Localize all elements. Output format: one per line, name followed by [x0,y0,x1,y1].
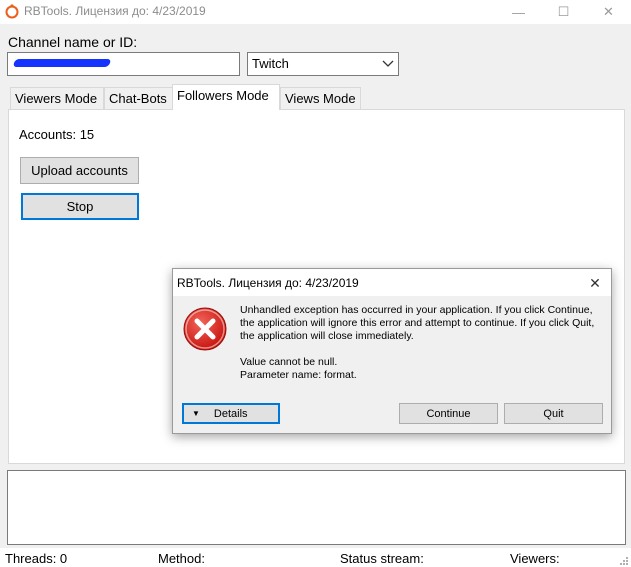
channel-input[interactable] [7,52,240,76]
error-detail-line: Value cannot be null. [240,356,338,368]
tab-chat-bots[interactable]: Chat-Bots [104,87,173,109]
dialog-title: RBTools. Лицензия до: 4/23/2019 [177,276,359,290]
minimize-icon: — [512,4,525,20]
maximize-icon: ☐ [557,4,570,19]
minimize-button[interactable]: — [496,0,541,24]
tab-views-mode[interactable]: Views Mode [280,87,361,109]
error-message: Unhandled exception has occurred in your… [240,304,595,342]
quit-button[interactable]: Quit [504,403,603,424]
channel-label: Channel name or ID: [8,34,138,50]
resize-grip-icon[interactable] [619,556,629,566]
status-stream: Status stream: [340,551,424,566]
continue-label: Continue [426,407,471,420]
platform-selected-value: Twitch [252,56,289,71]
triangle-down-icon: ▼ [192,409,200,418]
maximize-button[interactable]: ☐ [541,0,586,24]
dialog-close-button[interactable]: ✕ [585,273,605,293]
status-threads: Threads: 0 [5,551,68,566]
window-title: RBTools. Лицензия до: 4/23/2019 [24,4,206,18]
error-dialog: RBTools. Лицензия до: 4/23/2019 ✕ Unhand… [172,268,612,434]
error-icon [183,307,227,351]
platform-select[interactable]: Twitch [247,52,399,76]
stop-button[interactable]: Stop [21,193,139,220]
tab-followers-mode[interactable]: Followers Mode [172,84,280,110]
ring-logo-icon [5,4,19,19]
stop-label: Stop [66,199,94,214]
log-textbox[interactable] [7,470,626,545]
tab-viewers-mode[interactable]: Viewers Mode [10,87,104,109]
quit-label: Quit [543,407,564,420]
chevron-down-icon [381,55,395,73]
details-button[interactable]: ▼ Details [182,403,280,424]
close-icon: ✕ [589,274,601,291]
upload-accounts-button[interactable]: Upload accounts [20,157,139,184]
status-method: Method: [158,551,205,566]
details-label: Details [213,407,248,420]
error-detail-line: Parameter name: format. [240,369,357,381]
close-icon: ✕ [603,4,614,19]
close-button[interactable]: ✕ [586,0,631,24]
redaction-mark [12,59,112,67]
upload-accounts-label: Upload accounts [31,163,128,178]
continue-button[interactable]: Continue [399,403,498,424]
status-viewers: Viewers: [510,551,560,566]
accounts-count-label: Accounts: 15 [19,127,95,142]
